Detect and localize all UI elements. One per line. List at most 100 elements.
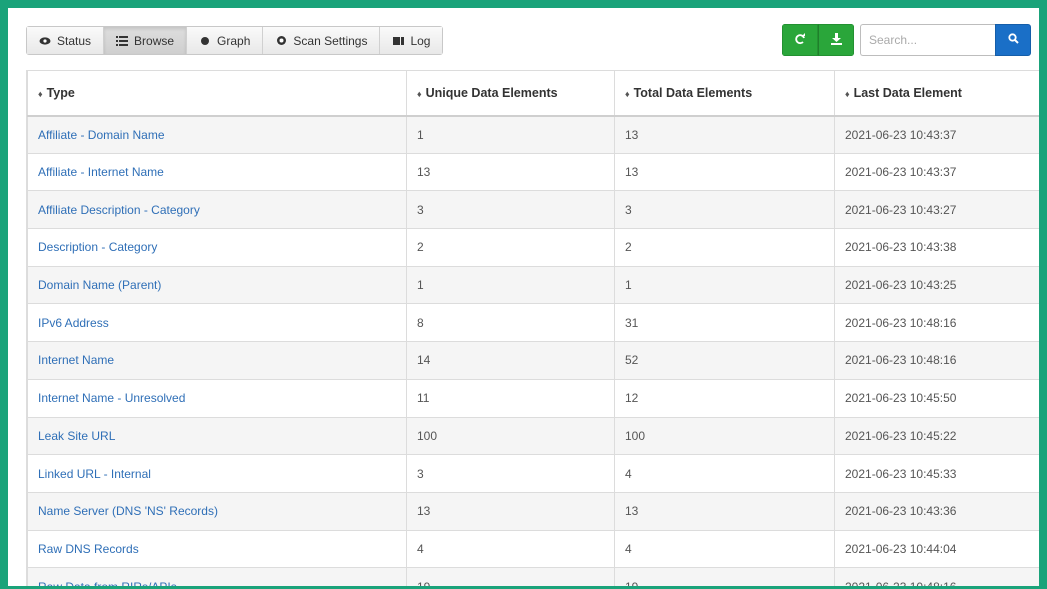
- tab-status[interactable]: Status: [27, 27, 105, 54]
- total-cell: 4: [614, 529, 835, 569]
- table-header-row: ♦ Type ♦ Unique Data Elements ♦ Total Data …: [27, 70, 1039, 117]
- sort-icon: ♦: [845, 88, 850, 99]
- eye-icon: [39, 35, 51, 47]
- last-cell: 2021-06-23 10:45:22: [834, 416, 1039, 456]
- total-cell: 100: [614, 416, 835, 456]
- total-cell: 52: [614, 341, 835, 380]
- total-cell: 3: [614, 190, 835, 230]
- log-icon: [392, 35, 404, 47]
- total-cell: 19: [614, 567, 835, 586]
- table-row: Linked URL - Internal 3 4 2021-06-23 10:…: [27, 454, 1039, 493]
- sort-icon: ♦: [38, 88, 43, 99]
- toolbar: Status Browse Graph Scan Settings Log Se…: [26, 24, 1031, 64]
- last-cell: 2021-06-23 10:43:37: [834, 152, 1039, 192]
- tab-browse[interactable]: Browse: [104, 27, 188, 54]
- action-button-group: [782, 24, 854, 56]
- type-link[interactable]: Internet Name: [38, 353, 114, 367]
- total-cell: 2: [614, 228, 835, 267]
- type-cell: Internet Name: [27, 341, 407, 380]
- type-link[interactable]: Domain Name (Parent): [38, 278, 161, 292]
- unique-cell: 1: [406, 265, 615, 305]
- table-row: Internet Name 14 52 2021-06-23 10:48:16: [27, 341, 1039, 380]
- last-cell: 2021-06-23 10:43:38: [834, 228, 1039, 267]
- unique-cell: 14: [406, 341, 615, 380]
- table-row: Name Server (DNS 'NS' Records) 13 13 202…: [27, 491, 1039, 531]
- total-cell: 1: [614, 265, 835, 305]
- unique-cell: 8: [406, 303, 615, 343]
- type-link[interactable]: Affiliate - Internet Name: [38, 165, 164, 179]
- gear-icon: [275, 35, 287, 47]
- column-header-last[interactable]: ♦ Last Data Element: [834, 70, 1039, 117]
- table-row: Affiliate Description - Category 3 3 202…: [27, 190, 1039, 230]
- search-input[interactable]: [860, 24, 995, 56]
- tab-label: Browse: [134, 33, 175, 48]
- type-cell: Name Server (DNS 'NS' Records): [27, 491, 407, 531]
- total-cell: 31: [614, 303, 835, 343]
- column-header-unique[interactable]: ♦ Unique Data Elements: [406, 70, 615, 117]
- table-row: Description - Category 2 2 2021-06-23 10…: [27, 228, 1039, 267]
- unique-cell: 3: [406, 190, 615, 230]
- type-cell: Internet Name - Unresolved: [27, 378, 407, 418]
- type-cell: Affiliate Description - Category: [27, 190, 407, 230]
- type-cell: Affiliate - Domain Name: [27, 115, 407, 154]
- unique-cell: 2: [406, 228, 615, 267]
- right-tools: [782, 24, 1031, 56]
- total-cell: 13: [614, 152, 835, 192]
- last-cell: 2021-06-23 10:48:16: [834, 341, 1039, 380]
- type-link[interactable]: Affiliate Description - Category: [38, 203, 200, 217]
- table-row: Leak Site URL 100 100 2021-06-23 10:45:2…: [27, 416, 1039, 456]
- column-header-type[interactable]: ♦ Type: [27, 70, 407, 117]
- view-tabs: Status Browse Graph Scan Settings Log: [26, 26, 444, 55]
- table-row: Raw Data from RIRs/APIs 19 19 2021-06-23…: [27, 567, 1039, 586]
- type-link[interactable]: Raw DNS Records: [38, 542, 139, 556]
- type-link[interactable]: Description - Category: [38, 240, 157, 254]
- total-cell: 12: [614, 378, 835, 418]
- type-cell: IPv6 Address: [27, 303, 407, 343]
- type-link[interactable]: Affiliate - Domain Name: [38, 128, 165, 142]
- type-link[interactable]: Linked URL - Internal: [38, 467, 151, 481]
- unique-cell: 1: [406, 115, 615, 154]
- tab-scan-settings[interactable]: Scan Settings: [263, 27, 381, 54]
- unique-cell: 3: [406, 454, 615, 493]
- search-button[interactable]: [995, 24, 1031, 56]
- type-cell: Raw Data from RIRs/APIs: [27, 567, 407, 586]
- search-box: [860, 24, 1031, 56]
- last-cell: 2021-06-23 10:43:25: [834, 265, 1039, 305]
- tab-graph[interactable]: Graph: [187, 27, 264, 54]
- type-cell: Raw DNS Records: [27, 529, 407, 569]
- tab-label: Status: [57, 33, 92, 48]
- sort-icon: ♦: [625, 88, 630, 99]
- type-link[interactable]: Leak Site URL: [38, 429, 115, 443]
- last-cell: 2021-06-23 10:44:04: [834, 529, 1039, 569]
- app-frame: Status Browse Graph Scan Settings Log Se…: [8, 8, 1039, 586]
- table-row: Raw DNS Records 4 4 2021-06-23 10:44:04: [27, 529, 1039, 569]
- unique-cell: 13: [406, 491, 615, 531]
- data-table: ♦ Type ♦ Unique Data Elements ♦ Total Data …: [27, 70, 1039, 586]
- total-cell: 13: [614, 115, 835, 154]
- tab-label: Graph: [217, 33, 251, 48]
- refresh-button[interactable]: [782, 24, 818, 56]
- type-link[interactable]: Name Server (DNS 'NS' Records): [38, 504, 218, 518]
- table-row: Affiliate - Domain Name 1 13 2021-06-23 …: [27, 115, 1039, 154]
- column-header-total[interactable]: ♦ Total Data Elements: [614, 70, 835, 117]
- type-link[interactable]: Internet Name - Unresolved: [38, 391, 185, 405]
- download-icon: [830, 32, 842, 48]
- tab-label: Scan Settings: [293, 33, 368, 48]
- tab-log[interactable]: Log: [380, 27, 443, 54]
- table-row: Affiliate - Internet Name 13 13 2021-06-…: [27, 152, 1039, 192]
- table-row: Domain Name (Parent) 1 1 2021-06-23 10:4…: [27, 265, 1039, 305]
- total-cell: 13: [614, 491, 835, 531]
- type-cell: Description - Category: [27, 228, 407, 267]
- table-row: IPv6 Address 8 31 2021-06-23 10:48:16: [27, 303, 1039, 343]
- tab-label: Log: [410, 33, 431, 48]
- unique-cell: 4: [406, 529, 615, 569]
- type-link[interactable]: IPv6 Address: [38, 316, 109, 330]
- download-button[interactable]: [818, 24, 854, 56]
- list-icon: [116, 35, 129, 47]
- table-row: Internet Name - Unresolved 11 12 2021-06…: [27, 378, 1039, 418]
- last-cell: 2021-06-23 10:48:16: [834, 303, 1039, 343]
- type-cell: Linked URL - Internal: [27, 454, 407, 493]
- type-cell: Affiliate - Internet Name: [27, 152, 407, 192]
- unique-cell: 19: [406, 567, 615, 586]
- type-link[interactable]: Raw Data from RIRs/APIs: [38, 580, 177, 586]
